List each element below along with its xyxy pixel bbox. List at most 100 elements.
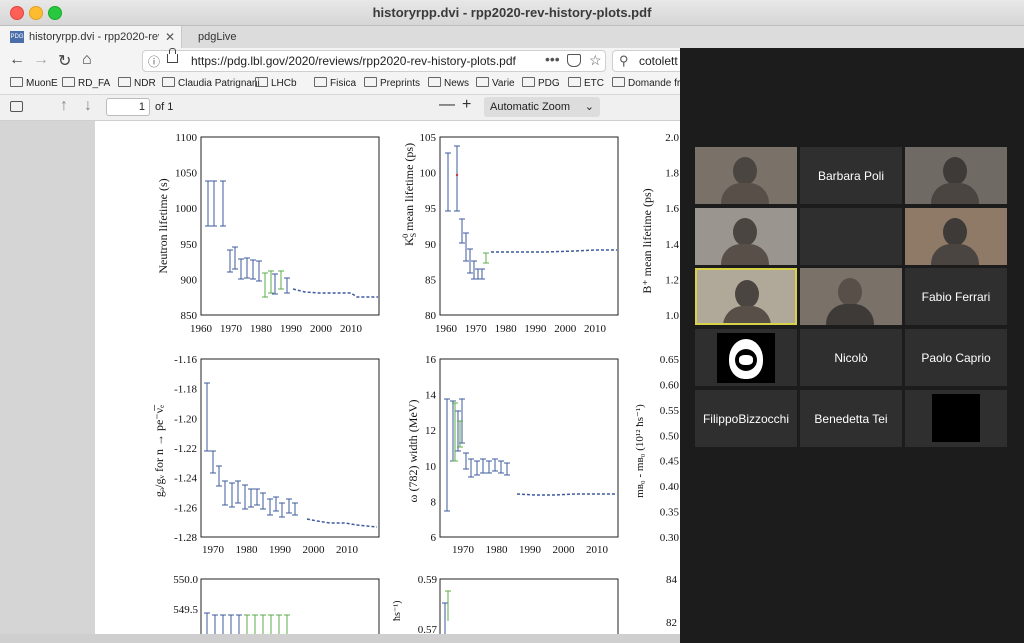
- participant-name: Fabio Ferrari: [921, 289, 991, 304]
- y-tick-label: 8: [431, 496, 437, 508]
- sidebar-toggle-icon[interactable]: [10, 101, 23, 112]
- x-tick-label: 1980: [236, 544, 259, 556]
- person-silhouette-icon: [943, 218, 967, 246]
- url-text[interactable]: https://pdg.lbl.gov/2020/reviews/rpp2020…: [191, 54, 516, 68]
- back-arrow-icon[interactable]: ←: [9, 51, 25, 69]
- y-tick-label: 1100: [175, 132, 197, 144]
- pdg-favicon-icon: PDG: [10, 31, 24, 43]
- row3a-ytick-top: 550.0: [173, 574, 198, 586]
- omega-width-plot: ω (782) width (MeV) 6 8 10 12 14 16 1970 1980 19…: [406, 354, 619, 556]
- participant-tile[interactable]: Barbara Poli: [800, 147, 902, 204]
- participant-tile[interactable]: [695, 329, 797, 386]
- participant-tile[interactable]: [695, 147, 797, 204]
- pocket-icon[interactable]: [567, 54, 581, 67]
- participant-name: FilippoBizzocchi: [702, 411, 790, 426]
- bookmark-folder[interactable]: NDR: [118, 77, 156, 89]
- y-tick-label: 100: [420, 168, 437, 180]
- home-icon[interactable]: ⌂: [82, 51, 92, 69]
- person-silhouette-icon: [733, 218, 757, 246]
- participant-name: Paolo Caprio: [921, 350, 991, 365]
- ga-gv-plot: gₐ/gᵥ for n → pe⁻ν̅ₑ -1.28 -1.26 -1.24 -1.2…: [152, 354, 380, 556]
- folder-icon: [162, 77, 175, 87]
- participant-tile[interactable]: [905, 390, 1007, 447]
- bookmark-folder[interactable]: Claudia Patrignani: [162, 77, 260, 89]
- bookmark-folder[interactable]: RD_FA: [62, 77, 110, 89]
- page-number-input[interactable]: 1: [106, 98, 150, 116]
- y-tick-label: 85: [425, 274, 437, 286]
- participant-tile[interactable]: FilippoBizzocchi: [695, 390, 797, 447]
- bookmark-folder[interactable]: Preprints: [364, 77, 420, 89]
- participant-tile[interactable]: [800, 268, 902, 325]
- x-tick-label: 1970: [465, 323, 488, 335]
- person-silhouette-icon: [733, 157, 757, 185]
- pdf-toolbar: ↑ ↓ 1 of 1 — + Automatic Zoom ⌄: [0, 95, 680, 121]
- folder-icon: [10, 77, 23, 87]
- person-body-shape: [721, 183, 769, 204]
- participant-tile[interactable]: [905, 208, 1007, 265]
- bookmark-folder[interactable]: LHCb: [255, 77, 297, 89]
- next-page-icon[interactable]: ↓: [84, 97, 92, 115]
- mb-ylabel: mʙ₀ - mʙ₀ (10¹² ħs⁻¹): [634, 404, 646, 498]
- page-actions-icon[interactable]: •••: [545, 51, 560, 67]
- participant-tile[interactable]: [695, 268, 797, 325]
- page-count: of 1: [155, 101, 174, 113]
- tab-pdglive[interactable]: pdgLive: [188, 26, 378, 48]
- y-tick-label: -1.22: [174, 443, 197, 455]
- neutron-ylabel: Neutron lifetime (s): [156, 178, 170, 273]
- row3c-ytick-next: 82: [666, 617, 677, 629]
- y-tick-label: 12: [425, 425, 436, 437]
- bookmark-star-icon[interactable]: ☆: [589, 52, 602, 69]
- y-tick-label: 850: [181, 310, 198, 322]
- info-icon[interactable]: ⓘ: [148, 53, 160, 70]
- bookmark-label: Fisica: [330, 78, 357, 89]
- participant-tile[interactable]: Paolo Caprio: [905, 329, 1007, 386]
- participant-name: Nicolò: [834, 350, 868, 365]
- forward-arrow-icon[interactable]: →: [33, 51, 49, 69]
- person-silhouette-icon: [943, 157, 967, 185]
- y-tick-label: 0.30: [660, 532, 680, 544]
- bookmark-folder[interactable]: Fisica: [314, 77, 356, 89]
- participant-tile[interactable]: [905, 147, 1007, 204]
- bookmark-folder[interactable]: Varie: [476, 77, 515, 89]
- y-tick-label: 95: [425, 203, 437, 215]
- row3-plot-middle: 0.59 0.57 ħs⁻¹): [392, 574, 619, 643]
- x-tick-label: 2010: [586, 544, 609, 556]
- bookmark-label: NDR: [134, 78, 156, 89]
- y-tick-label: 2.0: [665, 132, 679, 144]
- previous-page-icon[interactable]: ↑: [60, 97, 68, 115]
- x-tick-label: 1970: [220, 323, 243, 335]
- y-tick-label: 1.6: [665, 203, 679, 215]
- bookmark-folder[interactable]: News: [428, 77, 469, 89]
- bookmark-folder[interactable]: PDG: [522, 77, 560, 89]
- zoom-out-button[interactable]: —: [439, 96, 455, 114]
- participant-tile[interactable]: Benedetta Tei: [800, 390, 902, 447]
- participant-tile[interactable]: [695, 208, 797, 265]
- participant-tile[interactable]: [800, 208, 902, 265]
- bookmark-folder[interactable]: ETC: [568, 77, 604, 89]
- person-body-shape: [721, 244, 769, 265]
- participant-tile[interactable]: Fabio Ferrari: [905, 268, 1007, 325]
- x-tick-label: 1990: [519, 544, 542, 556]
- participant-tile[interactable]: Nicolò: [800, 329, 902, 386]
- bookmark-label: MuonE: [26, 78, 58, 89]
- reload-icon[interactable]: ↻: [58, 51, 71, 71]
- folder-icon: [568, 77, 581, 87]
- zoom-select[interactable]: Automatic Zoom ⌄: [484, 97, 600, 117]
- bookmark-folder[interactable]: MuonE: [10, 77, 58, 89]
- kaon-ylabel: KS0 mean lifetime (ps): [401, 143, 418, 246]
- y-tick-label: 0.40: [660, 481, 680, 493]
- person-body-shape: [931, 183, 979, 204]
- pdf-viewer[interactable]: Neutron lifetime (s) 850 900 950 1000 1050 11…: [0, 121, 680, 643]
- close-tab-icon[interactable]: ✕: [165, 26, 175, 48]
- bookmark-label: Claudia Patrignani: [178, 78, 260, 89]
- search-text[interactable]: cotolett: [639, 54, 678, 68]
- tab-pdf[interactable]: PDG historyrpp.dvi - rpp2020-rev-h ✕: [0, 26, 182, 48]
- zoom-in-button[interactable]: +: [462, 96, 471, 114]
- folder-icon: [255, 77, 268, 87]
- address-bar[interactable]: ⓘ https://pdg.lbl.gov/2020/reviews/rpp20…: [142, 48, 606, 72]
- x-tick-label: 1970: [202, 544, 225, 556]
- bookmark-folder[interactable]: Domande fr: [612, 77, 680, 89]
- x-tick-label: 2010: [340, 323, 363, 335]
- tab-bar: PDG historyrpp.dvi - rpp2020-rev-h ✕ pdg…: [0, 26, 1024, 70]
- y-tick-label: 6: [431, 532, 437, 544]
